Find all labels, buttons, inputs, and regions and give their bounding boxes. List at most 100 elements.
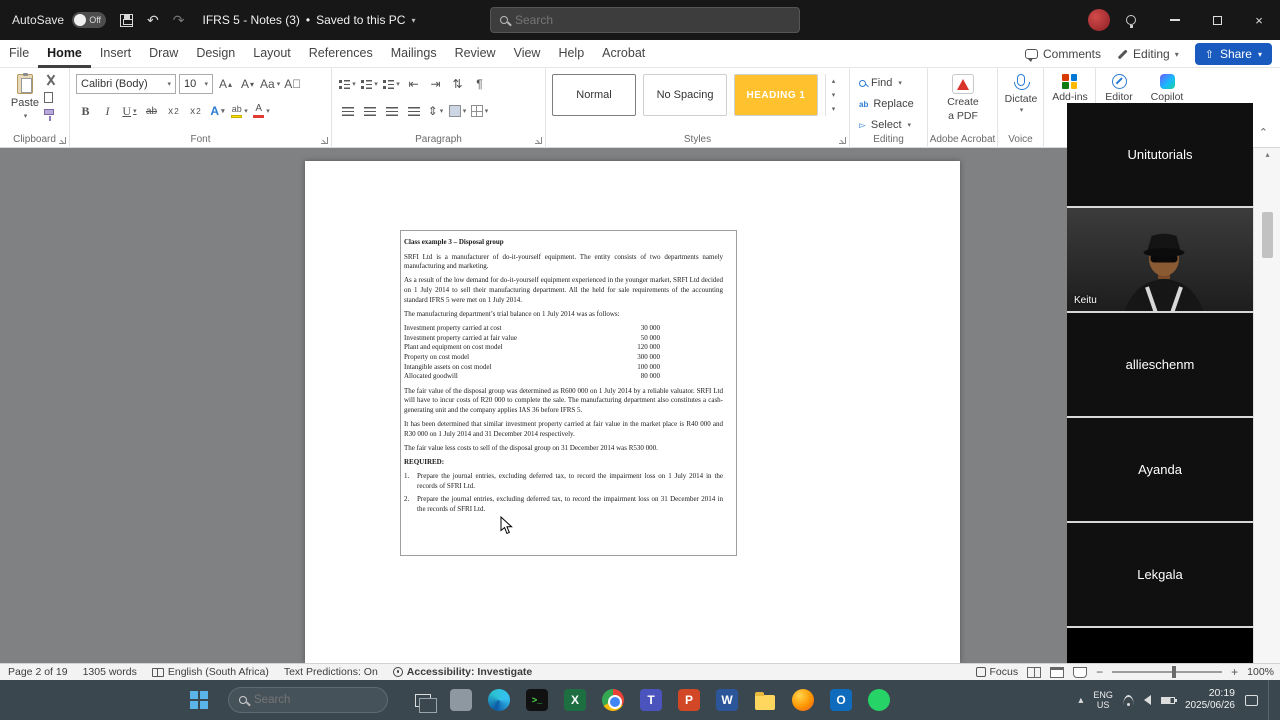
style-normal[interactable]: Normal	[552, 74, 636, 116]
print-layout-icon[interactable]	[1050, 666, 1065, 678]
participant-tile-video[interactable]: Keitu	[1067, 208, 1253, 313]
sort-button[interactable]: ⇅	[448, 74, 467, 94]
bold-button[interactable]: B	[76, 101, 95, 121]
dictate-button[interactable]: Dictate ▾	[1005, 74, 1037, 115]
align-left-button[interactable]	[338, 101, 357, 121]
tray-expand-icon[interactable]: ▴	[1078, 695, 1083, 706]
battery-icon[interactable]	[1160, 696, 1177, 704]
outlook-icon[interactable]: O	[830, 689, 852, 711]
increase-indent-button[interactable]: ⇥	[426, 74, 445, 94]
share-button[interactable]: ⇧ Share ▾	[1194, 43, 1272, 65]
style-no-spacing[interactable]: No Spacing	[643, 74, 727, 116]
shading-button[interactable]: ▾	[448, 101, 467, 121]
whatsapp-icon[interactable]	[868, 689, 890, 711]
multilevel-list-button[interactable]: ▾	[382, 74, 401, 94]
task-view-button[interactable]	[412, 689, 437, 713]
network-icon[interactable]	[1122, 694, 1134, 706]
show-paragraph-marks-button[interactable]: ¶	[470, 74, 489, 94]
minimize-button[interactable]	[1154, 0, 1196, 40]
word-count[interactable]: 1305 words	[83, 666, 137, 678]
participant-tile[interactable]: Lekgala	[1067, 523, 1253, 628]
accessibility-status[interactable]: Accessibility: Investigate	[392, 666, 532, 678]
participant-tile[interactable]: Ayanda	[1067, 418, 1253, 523]
underline-button[interactable]: U ▾	[120, 101, 139, 121]
autosave-toggle[interactable]: Off	[72, 12, 107, 28]
tab-mailings[interactable]: Mailings	[382, 40, 446, 68]
maximize-button[interactable]	[1196, 0, 1238, 40]
tab-view[interactable]: View	[505, 40, 550, 68]
focus-button[interactable]: Focus	[975, 666, 1018, 678]
bullets-button[interactable]: ▾	[338, 74, 357, 94]
line-spacing-button[interactable]: ⇕ ▾	[426, 101, 445, 121]
comments-button[interactable]: Comments	[1025, 47, 1101, 62]
zoom-slider-thumb[interactable]	[1172, 666, 1177, 678]
settings-icon[interactable]	[450, 689, 472, 711]
tab-acrobat[interactable]: Acrobat	[593, 40, 654, 68]
document-scrollbar[interactable]: ▴	[1253, 148, 1280, 663]
participant-tile[interactable]: allieschenm	[1067, 313, 1253, 418]
tab-layout[interactable]: Layout	[244, 40, 300, 68]
word-icon[interactable]: W	[716, 689, 738, 711]
subscript-button[interactable]: x2	[164, 101, 183, 121]
zoom-level[interactable]: 100%	[1247, 666, 1274, 678]
find-button[interactable]: Find ▾	[859, 75, 914, 91]
zoom-in-icon[interactable]: +	[1231, 665, 1238, 679]
tab-insert[interactable]: Insert	[91, 40, 140, 68]
scrollbar-thumb[interactable]	[1262, 212, 1273, 258]
editor-button[interactable]: Editor	[1105, 74, 1133, 103]
copilot-button[interactable]: Copilot	[1151, 74, 1183, 103]
paste-button[interactable]: Paste ▾	[8, 72, 42, 136]
taskbar-search-input[interactable]	[254, 694, 364, 706]
volume-icon[interactable]	[1143, 695, 1151, 705]
scroll-up-icon[interactable]: ▴	[1254, 150, 1280, 159]
terminal-icon[interactable]: >_	[526, 689, 548, 711]
save-icon[interactable]	[120, 13, 134, 27]
teams-icon[interactable]: T	[640, 689, 662, 711]
change-case-button[interactable]: Aa ▾	[260, 74, 280, 94]
account-avatar[interactable]	[1088, 9, 1110, 31]
borders-button[interactable]: ▾	[470, 101, 489, 121]
chrome-icon[interactable]	[602, 689, 624, 711]
copy-icon[interactable]	[41, 89, 53, 103]
align-center-button[interactable]	[360, 101, 379, 121]
firefox-icon[interactable]	[792, 689, 814, 711]
show-desktop-button[interactable]	[1268, 680, 1272, 720]
lightbulb-icon[interactable]	[1126, 15, 1136, 28]
dialog-launcher-icon[interactable]	[839, 137, 846, 144]
close-button[interactable]: ×	[1238, 0, 1280, 40]
page-indicator[interactable]: Page 2 of 19	[8, 666, 68, 678]
read-mode-icon[interactable]	[1027, 666, 1042, 678]
tab-review[interactable]: Review	[446, 40, 505, 68]
grow-font-button[interactable]: A ▴	[216, 74, 235, 94]
dialog-launcher-icon[interactable]	[321, 137, 328, 144]
cut-icon[interactable]	[44, 74, 56, 86]
replace-button[interactable]: ab Replace	[859, 96, 914, 112]
excel-icon[interactable]: X	[564, 689, 586, 711]
powerpoint-icon[interactable]: P	[678, 689, 700, 711]
clear-formatting-button[interactable]: A⃠	[283, 74, 302, 94]
tab-design[interactable]: Design	[187, 40, 244, 68]
superscript-button[interactable]: x2	[186, 101, 205, 121]
font-color-button[interactable]: A ▾	[252, 101, 271, 121]
dialog-launcher-icon[interactable]	[535, 137, 542, 144]
tab-home[interactable]: Home	[38, 40, 91, 68]
italic-button[interactable]: I	[98, 101, 117, 121]
create-pdf-button[interactable]: Create a PDF	[947, 74, 979, 122]
text-predictions[interactable]: Text Predictions: On	[284, 666, 378, 678]
select-button[interactable]: ▻ Select ▾	[859, 117, 914, 133]
format-painter-icon[interactable]	[44, 109, 54, 121]
numbering-button[interactable]: ▾	[360, 74, 379, 94]
embedded-document-image[interactable]: Class example 3 – Disposal group SRFI Lt…	[400, 230, 737, 556]
zoom-slider[interactable]	[1112, 666, 1223, 678]
file-explorer-icon[interactable]	[754, 689, 776, 711]
font-name-combo[interactable]: Calibri (Body) ▾	[76, 74, 176, 94]
participant-tile[interactable]: Unitutorials	[1067, 103, 1253, 208]
justify-button[interactable]	[404, 101, 423, 121]
editing-mode-button[interactable]: Editing ▾	[1117, 47, 1179, 61]
document-page[interactable]: Class example 3 – Disposal group SRFI Lt…	[305, 161, 960, 663]
zoom-out-icon[interactable]: −	[1096, 665, 1103, 679]
taskbar-clock[interactable]: 20:19 2025/06/26	[1185, 687, 1235, 713]
start-button[interactable]	[190, 691, 208, 709]
redo-icon[interactable]: ↷	[173, 12, 185, 29]
tab-file[interactable]: File	[0, 40, 38, 68]
